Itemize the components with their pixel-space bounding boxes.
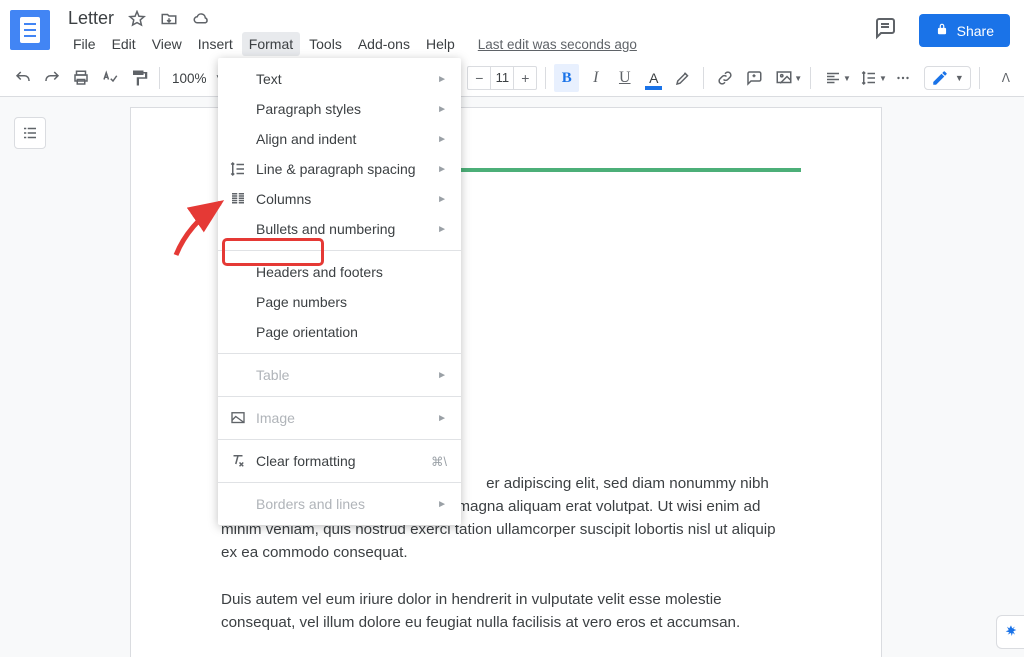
menu-edit[interactable]: Edit bbox=[105, 32, 143, 56]
format-text[interactable]: Text► bbox=[218, 64, 461, 94]
toolbar: 100%▼ − 11 + B I U A ▼ ▼ ▼ ▼ ᐱ bbox=[0, 60, 1024, 97]
share-button[interactable]: Share bbox=[919, 14, 1010, 47]
cloud-status-icon[interactable] bbox=[192, 10, 210, 28]
menu-addons[interactable]: Add-ons bbox=[351, 32, 417, 56]
lock-icon bbox=[935, 22, 949, 39]
font-size-control[interactable]: − 11 + bbox=[467, 66, 537, 90]
menu-insert[interactable]: Insert bbox=[191, 32, 240, 56]
columns-icon bbox=[228, 189, 248, 209]
line-spacing-icon bbox=[228, 159, 248, 179]
paint-format-button[interactable] bbox=[126, 64, 151, 92]
format-align-indent[interactable]: Align and indent► bbox=[218, 124, 461, 154]
explore-button[interactable] bbox=[996, 615, 1024, 649]
pencil-icon bbox=[931, 69, 949, 87]
underline-button[interactable]: U bbox=[612, 64, 637, 92]
format-line-spacing[interactable]: Line & paragraph spacing► bbox=[218, 154, 461, 184]
align-button[interactable]: ▼ bbox=[819, 64, 851, 92]
format-image: Image► bbox=[218, 403, 461, 433]
print-button[interactable] bbox=[68, 64, 93, 92]
menu-view[interactable]: View bbox=[145, 32, 189, 56]
format-page-orientation[interactable]: Page orientation bbox=[218, 317, 461, 347]
format-bullets-numbering[interactable]: Bullets and numbering► bbox=[218, 214, 461, 244]
document-title[interactable]: Letter bbox=[68, 8, 114, 29]
comment-history-icon[interactable] bbox=[873, 16, 897, 45]
text-color-button[interactable]: A bbox=[641, 64, 666, 92]
star-icon[interactable] bbox=[128, 10, 146, 28]
last-edit-link[interactable]: Last edit was seconds ago bbox=[478, 37, 637, 52]
font-size-value[interactable]: 11 bbox=[490, 67, 514, 89]
highlight-button[interactable] bbox=[670, 64, 695, 92]
docs-logo[interactable] bbox=[10, 10, 50, 50]
share-label: Share bbox=[957, 23, 994, 39]
image-icon bbox=[228, 408, 248, 428]
spellcheck-button[interactable] bbox=[97, 64, 122, 92]
menu-format[interactable]: Format bbox=[242, 32, 300, 56]
italic-button[interactable]: I bbox=[583, 64, 608, 92]
menu-file[interactable]: File bbox=[66, 32, 103, 56]
font-size-decrease[interactable]: − bbox=[468, 67, 490, 89]
bold-button[interactable]: B bbox=[554, 64, 579, 92]
add-comment-button[interactable] bbox=[741, 64, 766, 92]
outline-toggle-button[interactable] bbox=[14, 117, 46, 149]
more-toolbar-button[interactable] bbox=[891, 64, 916, 92]
undo-button[interactable] bbox=[10, 64, 35, 92]
move-icon[interactable] bbox=[160, 10, 178, 28]
font-size-increase[interactable]: + bbox=[514, 67, 536, 89]
insert-image-button[interactable]: ▼ bbox=[770, 64, 802, 92]
format-dropdown: Text► Paragraph styles► Align and indent… bbox=[218, 58, 461, 525]
format-table: Table► bbox=[218, 360, 461, 390]
menu-bar: File Edit View Insert Format Tools Add-o… bbox=[66, 32, 637, 56]
line-spacing-button[interactable]: ▼ bbox=[855, 64, 887, 92]
format-borders-lines: Borders and lines► bbox=[218, 489, 461, 519]
format-clear-formatting[interactable]: Clear formatting ⌘\ bbox=[218, 446, 461, 476]
format-headers-footers[interactable]: Headers and footers bbox=[218, 257, 461, 287]
redo-button[interactable] bbox=[39, 64, 64, 92]
insert-link-button[interactable] bbox=[712, 64, 737, 92]
menu-tools[interactable]: Tools bbox=[302, 32, 349, 56]
clear-formatting-icon bbox=[228, 451, 248, 471]
menu-help[interactable]: Help bbox=[419, 32, 462, 56]
format-paragraph-styles[interactable]: Paragraph styles► bbox=[218, 94, 461, 124]
clear-formatting-shortcut: ⌘\ bbox=[431, 454, 447, 469]
body-paragraph: Duis autem vel eum iriure dolor in hendr… bbox=[221, 588, 791, 634]
format-columns[interactable]: Columns► bbox=[218, 184, 461, 214]
format-page-numbers[interactable]: Page numbers bbox=[218, 287, 461, 317]
collapse-toolbar-button[interactable]: ᐱ bbox=[1002, 71, 1010, 85]
editing-mode-button[interactable]: ▼ bbox=[924, 66, 971, 90]
